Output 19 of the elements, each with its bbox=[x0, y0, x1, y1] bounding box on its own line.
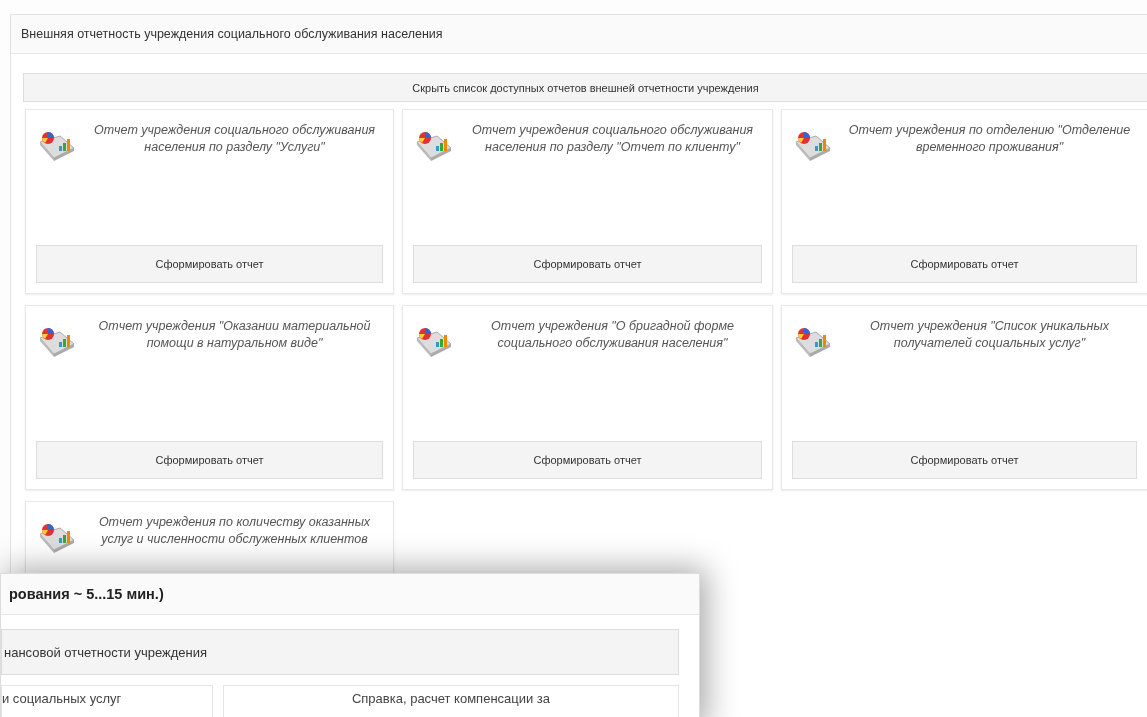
panel-title: Внешняя отчетность учреждения социального обслуживания населения bbox=[11, 15, 1147, 54]
report-title: Отчет учреждения "О бригадной форме социального обслуживания населения" bbox=[490, 318, 735, 352]
report-title: Отчет учреждения социального обслуживания населения по разделу "Услуги" bbox=[92, 122, 376, 156]
generate-report-button[interactable]: Сформировать отчет bbox=[36, 245, 383, 283]
report-title: Отчет учреждения по количеству оказанных услуг и численности обслуженных клиентов bbox=[97, 514, 372, 548]
panel-title: рования ~ 5...15 мин.) bbox=[1, 574, 699, 615]
report-title: Отчет учреждения социального обслуживания населения по разделу "Отчет по клиенту" bbox=[470, 122, 754, 156]
report-title: Отчет учреждения по отделению "Отделение временного проживания" bbox=[847, 122, 1132, 156]
report-title: Отчет учреждения "Список уникальных получателей социальных услуг" bbox=[869, 318, 1110, 352]
toggle-list-button[interactable]: нансовой отчетности учреждения bbox=[1, 629, 679, 675]
report-title: и социальных услуг bbox=[2, 691, 122, 706]
report-title: Справка, расчет компенсации за bbox=[351, 691, 551, 706]
generate-report-button[interactable]: Сформировать отчет bbox=[792, 441, 1137, 479]
hide-list-button[interactable]: Скрыть список доступных отчетов внешней отчетности учреждения bbox=[23, 73, 1147, 102]
report-title: Отчет учреждения "Оказании материальной помощи в натуральном виде" bbox=[97, 318, 372, 352]
generate-report-button[interactable]: Сформировать отчет bbox=[413, 245, 762, 283]
generate-report-button[interactable]: Сформировать отчет bbox=[36, 441, 383, 479]
generate-report-button[interactable]: Сформировать отчет bbox=[413, 441, 762, 479]
generate-report-button[interactable]: Сформировать отчет bbox=[792, 245, 1137, 283]
